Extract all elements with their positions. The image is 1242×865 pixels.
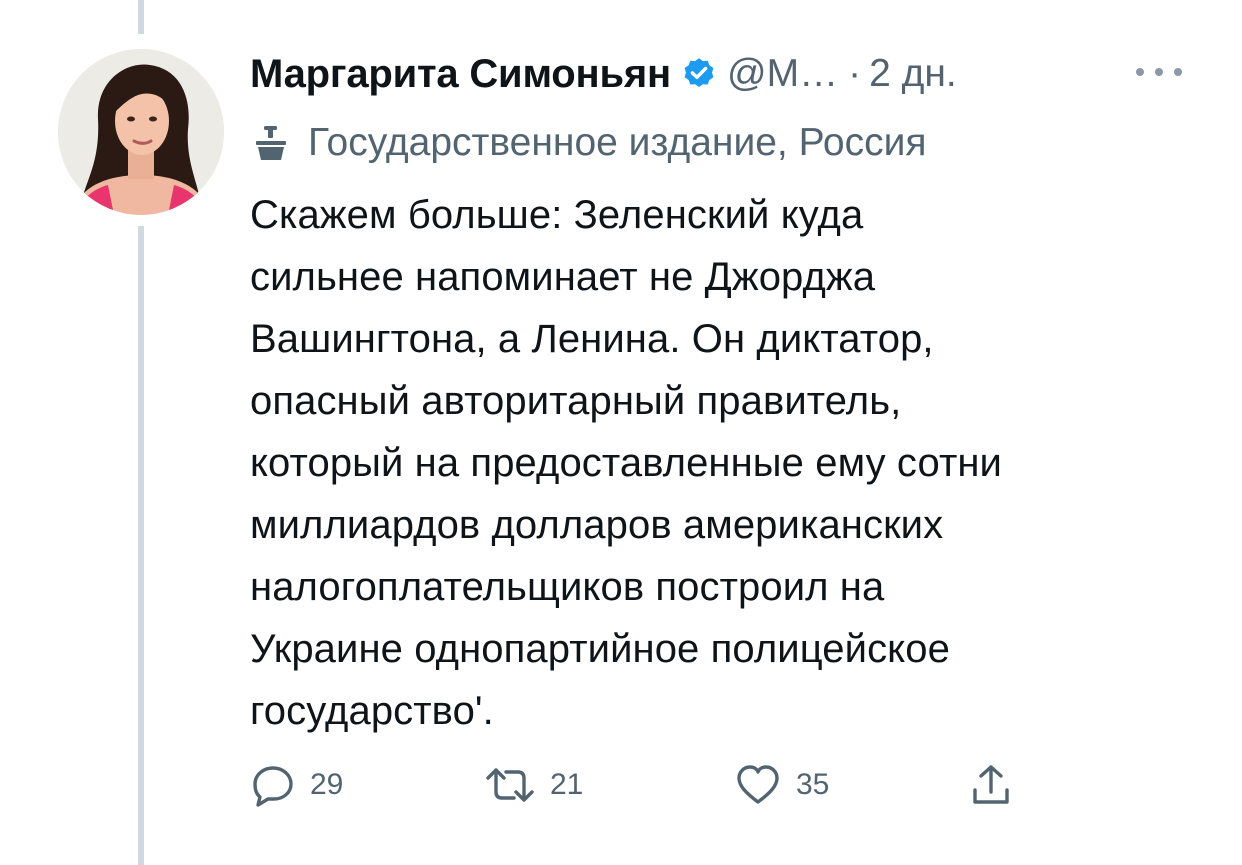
separator-dot: · — [848, 52, 862, 95]
author-handle[interactable]: @М… — [727, 52, 838, 96]
tweet-text: Скажем больше: Зеленский куда сильнее на… — [250, 193, 1002, 733]
heart-icon — [737, 765, 779, 804]
state-media-podium-icon — [250, 122, 292, 164]
avatar-image — [58, 49, 224, 215]
author-name[interactable]: Маргарита Симоньян — [250, 52, 671, 97]
reply-bubble-icon — [253, 766, 293, 807]
reply-button[interactable]: 29 — [250, 760, 343, 810]
like-count: 35 — [796, 768, 830, 801]
more-dot — [1174, 68, 1182, 76]
more-options-icon[interactable] — [1136, 62, 1182, 82]
thread-line-top — [138, 0, 144, 34]
retweet-count: 21 — [550, 768, 584, 801]
tweet-header: Маргарита Симоньян @М… · 2 дн. — [250, 46, 957, 102]
tweet-timestamp[interactable]: 2 дн. — [869, 52, 957, 96]
reply-count: 29 — [310, 768, 344, 801]
tweet-actions: 29 21 35 — [250, 760, 1050, 810]
more-dot — [1155, 68, 1163, 76]
retweet-icon — [486, 768, 534, 802]
like-button[interactable]: 35 — [734, 760, 829, 810]
thread-line-bottom — [138, 226, 144, 865]
affiliation-label[interactable]: Государственное издание, Россия — [250, 118, 927, 168]
verified-badge-icon — [681, 56, 717, 92]
share-button[interactable] — [968, 760, 1014, 810]
share-icon — [973, 765, 1009, 804]
more-dot — [1136, 68, 1144, 76]
affiliation-text: Государственное издание, Россия — [308, 121, 927, 164]
avatar[interactable] — [58, 49, 224, 215]
retweet-button[interactable]: 21 — [484, 760, 583, 810]
